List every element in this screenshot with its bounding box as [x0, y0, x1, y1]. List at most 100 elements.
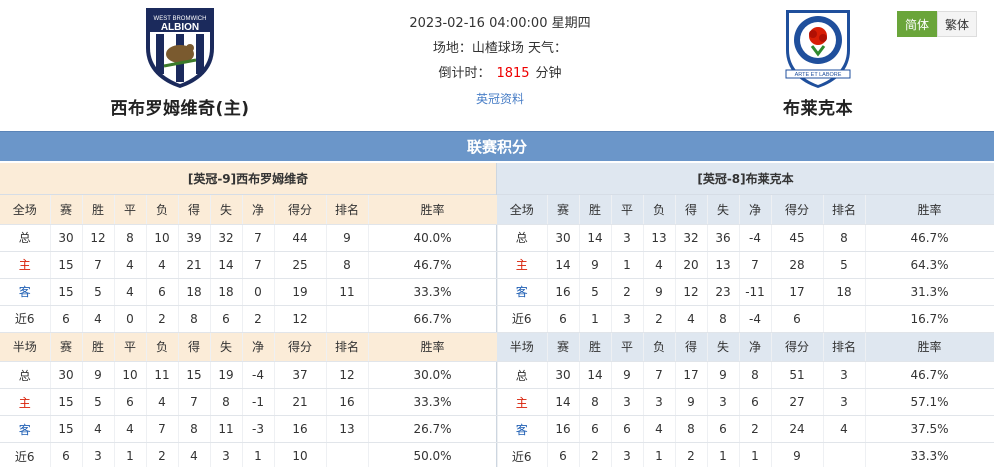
- table-cell: 6: [547, 442, 580, 467]
- home-team-name[interactable]: 西布罗姆维奇(主): [90, 94, 270, 119]
- table-cell: 16: [547, 415, 580, 443]
- table-cell: 10: [274, 442, 327, 467]
- table-cell: 7: [178, 388, 211, 416]
- table-cell: 6: [210, 305, 243, 333]
- table-cell: 12: [326, 361, 369, 389]
- column-header: 得: [178, 195, 211, 225]
- column-header: 赛: [547, 332, 580, 362]
- table-cell: 20: [675, 251, 708, 279]
- blackburn-crest-icon: ARTE ET LABORE: [785, 10, 851, 88]
- table-cell: 1: [242, 442, 275, 467]
- table-row: 主 14 8 3 3 9 3 6 27 3 57.1%: [497, 388, 994, 416]
- column-header: 全场: [497, 195, 548, 225]
- table-cell: 17: [771, 278, 824, 306]
- table-cell: 57.1%: [865, 388, 994, 416]
- table-cell: 2: [611, 278, 644, 306]
- table-cell: 64.3%: [865, 251, 994, 279]
- table-cell: 6: [50, 442, 83, 467]
- table-cell: 15: [50, 415, 83, 443]
- table-cell: 4: [178, 442, 211, 467]
- table-cell: 14: [547, 388, 580, 416]
- table-row: 主 15 5 6 4 7 8 -1 21 16 33.3%: [0, 388, 498, 416]
- column-header: 负: [643, 332, 676, 362]
- table-cell: 9: [771, 442, 824, 467]
- column-header: 平: [611, 195, 644, 225]
- column-header: 全场: [0, 195, 51, 225]
- row-label: 总: [0, 224, 51, 252]
- table-cell: 30.0%: [368, 361, 498, 389]
- match-info: 2023-02-16 04:00:00 星期四 场地：山楂球场 天气： 倒计时：…: [350, 14, 650, 114]
- simplified-chinese-button[interactable]: 简体: [897, 11, 938, 37]
- table-cell: 32: [210, 224, 243, 252]
- table-cell: 40.0%: [368, 224, 498, 252]
- table-cell: [326, 442, 369, 467]
- table-cell: 33.3%: [368, 388, 498, 416]
- column-header: 失: [210, 332, 243, 362]
- table-cell: 4: [82, 415, 115, 443]
- table-cell: 8: [823, 224, 866, 252]
- match-countdown: 倒计时： 1815 分钟: [350, 64, 650, 89]
- table-cell: 5: [82, 388, 115, 416]
- traditional-chinese-button[interactable]: 繁体: [937, 11, 978, 37]
- table-cell: 31.3%: [865, 278, 994, 306]
- table-cell: 23: [707, 278, 740, 306]
- away-standings-title: [英冠-8]布莱克本: [497, 163, 994, 195]
- table-cell: 2: [146, 305, 179, 333]
- table-cell: 3: [611, 305, 644, 333]
- table-cell: 9: [643, 278, 676, 306]
- row-label: 主: [0, 388, 51, 416]
- table-cell: 66.7%: [368, 305, 498, 333]
- league-info-link[interactable]: 英冠资料: [476, 92, 524, 106]
- table-cell: 4: [675, 305, 708, 333]
- home-half-table: 半场赛胜平负得失净得分 排名 胜率总 30 9 10 11 15 19 -4 37 12 30.0% 主 1…: [0, 332, 498, 467]
- table-cell: 21: [178, 251, 211, 279]
- table-cell: [823, 305, 866, 333]
- row-label: 近6: [497, 305, 548, 333]
- table-cell: 26.7%: [368, 415, 498, 443]
- table-cell: 30: [50, 224, 83, 252]
- table-cell: 27: [771, 388, 824, 416]
- home-full-table: 全场赛胜平负得失净得分 排名 胜率总 30 12 8 10 39 32 7 44 9 40.0% 主 15 7…: [0, 195, 498, 333]
- table-cell: 6: [739, 388, 772, 416]
- column-header: 胜: [82, 195, 115, 225]
- table-cell: 9: [82, 361, 115, 389]
- table-row: 近6 6 2 3 1 2 1 1 9 33.3%: [497, 442, 994, 467]
- table-cell: 33.3%: [865, 442, 994, 467]
- table-cell: 7: [146, 415, 179, 443]
- table-cell: 4: [146, 251, 179, 279]
- table-cell: 6: [579, 415, 612, 443]
- language-switch: 简体 繁体: [897, 11, 978, 37]
- away-standings-panel: [英冠-8]布莱克本 全场赛胜平负得失净得分 排名 胜率总 30 14 3 13 32 36 -4…: [497, 163, 994, 467]
- table-cell: 6: [50, 305, 83, 333]
- table-cell: 8: [178, 415, 211, 443]
- table-cell: 1: [114, 442, 147, 467]
- column-header: 胜: [579, 332, 612, 362]
- table-cell: 8: [326, 251, 369, 279]
- countdown-label: 倒计时：: [438, 66, 491, 81]
- away-team-name[interactable]: 布莱克本: [728, 94, 908, 119]
- table-cell: 9: [611, 361, 644, 389]
- table-cell: 30: [547, 224, 580, 252]
- away-full-table: 全场赛胜平负得失净得分 排名 胜率总 30 14 3 13 32 36 -4 45 8 46.7% 主 14…: [497, 195, 994, 333]
- column-header: 胜: [82, 332, 115, 362]
- table-cell: 2: [242, 305, 275, 333]
- table-cell: 7: [82, 251, 115, 279]
- table-cell: 16: [326, 388, 369, 416]
- column-header: 半场: [497, 332, 548, 362]
- table-cell: 13: [643, 224, 676, 252]
- column-header: 排名: [823, 332, 866, 362]
- table-cell: 10: [114, 361, 147, 389]
- row-label: 总: [497, 224, 548, 252]
- row-label: 总: [0, 361, 51, 389]
- table-cell: 13: [326, 415, 369, 443]
- table-cell: 7: [739, 251, 772, 279]
- table-cell: 16: [274, 415, 327, 443]
- table-cell: 8: [675, 415, 708, 443]
- column-header: 半场: [0, 332, 51, 362]
- table-header-row: 全场赛胜平负得失净得分 排名 胜率: [0, 195, 498, 225]
- row-label: 近6: [0, 305, 51, 333]
- table-cell: 24: [771, 415, 824, 443]
- column-header: 胜率: [865, 332, 994, 362]
- column-header: 排名: [326, 195, 369, 225]
- table-cell: 11: [326, 278, 369, 306]
